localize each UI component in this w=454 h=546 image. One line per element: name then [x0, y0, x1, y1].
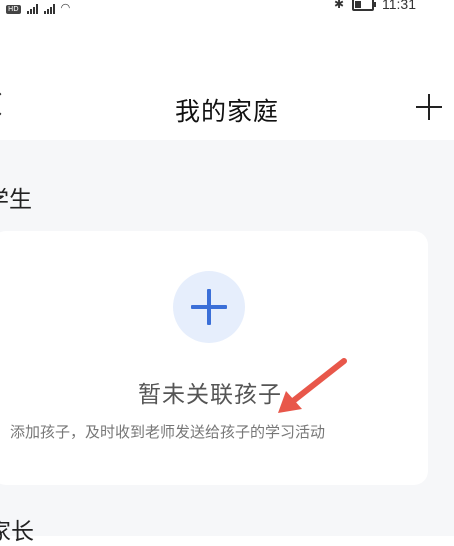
add-icon[interactable]	[416, 94, 442, 120]
parents-section-title: 家长	[0, 519, 34, 545]
add-child-button[interactable]	[173, 271, 245, 343]
family-content: 学生 暂未关联孩子 添加孩子，及时收到老师发送给孩子的学习活动 家长	[0, 140, 454, 545]
battery-icon	[352, 0, 376, 11]
signal-icon	[26, 4, 38, 14]
bluetooth-icon: ✱	[333, 0, 344, 11]
signal-icon-2	[43, 4, 55, 14]
students-empty-card: 暂未关联孩子 添加孩子，及时收到老师发送给孩子的学习活动	[0, 231, 428, 485]
students-section-title: 学生	[0, 187, 32, 213]
wifi-icon: ◠	[60, 1, 71, 14]
status-left: HD ◠	[6, 1, 71, 14]
empty-state-title: 暂未关联孩子	[138, 382, 282, 408]
top-nav-bar: 我的家庭	[0, 80, 454, 140]
hd-badge: HD	[6, 5, 21, 14]
status-bar: HD ◠ ✱ 11:31	[0, 0, 454, 16]
empty-state-subtitle: 添加孩子，及时收到老师发送给孩子的学习活动	[10, 423, 326, 441]
status-right: ✱ 11:31	[334, 0, 416, 12]
page-title: 我的家庭	[174, 97, 279, 126]
status-time: 11:31	[382, 0, 416, 12]
